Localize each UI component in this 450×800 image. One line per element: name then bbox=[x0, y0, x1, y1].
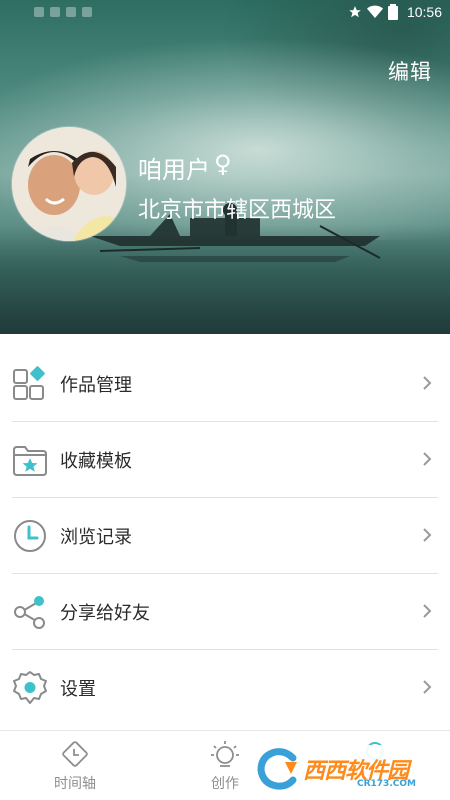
watermark-logo: 西西软件园 CR173.COM bbox=[253, 745, 438, 793]
battery-icon bbox=[387, 4, 398, 20]
share-icon bbox=[14, 596, 45, 629]
status-bar: 10:56 bbox=[0, 0, 450, 26]
chevron-right-icon bbox=[423, 604, 432, 618]
status-system: 10:56 bbox=[348, 4, 442, 20]
menu-label-favorites: 收藏模板 bbox=[60, 451, 132, 472]
menu-item-history[interactable]: 浏览记录 bbox=[12, 498, 438, 574]
chevron-right-icon bbox=[423, 452, 432, 466]
menu-item-settings[interactable]: 设置 bbox=[12, 650, 438, 726]
avatar-photo bbox=[12, 127, 126, 241]
tab-timeline-label: 时间轴 bbox=[54, 776, 96, 792]
signal-icon bbox=[50, 7, 60, 17]
shield-icon bbox=[82, 7, 92, 17]
folder-star-icon bbox=[13, 446, 47, 476]
menu-label-history: 浏览记录 bbox=[60, 527, 132, 548]
chevron-right-icon bbox=[423, 528, 432, 542]
menu-item-share[interactable]: 分享给好友 bbox=[12, 574, 438, 650]
profile-menu: 作品管理 收藏模板 浏览记录 分享给好友 设置 bbox=[0, 346, 450, 726]
gear-icon bbox=[13, 671, 47, 704]
clock-icon bbox=[14, 520, 46, 552]
menu-item-works[interactable]: 作品管理 bbox=[12, 346, 438, 422]
menu-label-works: 作品管理 bbox=[60, 375, 132, 396]
menu-label-share: 分享给好友 bbox=[60, 603, 150, 624]
timeline-icon bbox=[62, 741, 88, 767]
star-icon bbox=[349, 6, 361, 18]
status-time: 10:56 bbox=[406, 4, 442, 20]
profile-cover: 10:56 编辑 咱用户 ♀ 北京市市辖区西城区 bbox=[0, 0, 450, 334]
wifi-icon bbox=[66, 7, 76, 17]
chevron-right-icon bbox=[423, 680, 432, 694]
watermark-subtext: CR173.COM bbox=[357, 779, 416, 789]
notification-icon bbox=[34, 7, 44, 17]
menu-label-settings: 设置 bbox=[60, 679, 96, 700]
works-grid-icon bbox=[13, 366, 45, 400]
create-bulb-icon bbox=[211, 741, 239, 767]
status-notifications bbox=[34, 7, 92, 17]
watermark-c-icon bbox=[257, 748, 297, 790]
menu-item-favorites[interactable]: 收藏模板 bbox=[12, 422, 438, 498]
avatar[interactable] bbox=[12, 127, 126, 241]
chevron-right-icon bbox=[423, 376, 432, 390]
gender-female-icon: ♀ bbox=[214, 150, 232, 178]
tab-timeline[interactable]: 时间轴 bbox=[25, 731, 125, 800]
edit-button[interactable]: 编辑 bbox=[388, 56, 432, 86]
wifi-signal-icon bbox=[366, 5, 383, 19]
user-location: 北京市市辖区西城区 bbox=[138, 198, 337, 223]
user-name: 咱用户 bbox=[138, 156, 210, 184]
